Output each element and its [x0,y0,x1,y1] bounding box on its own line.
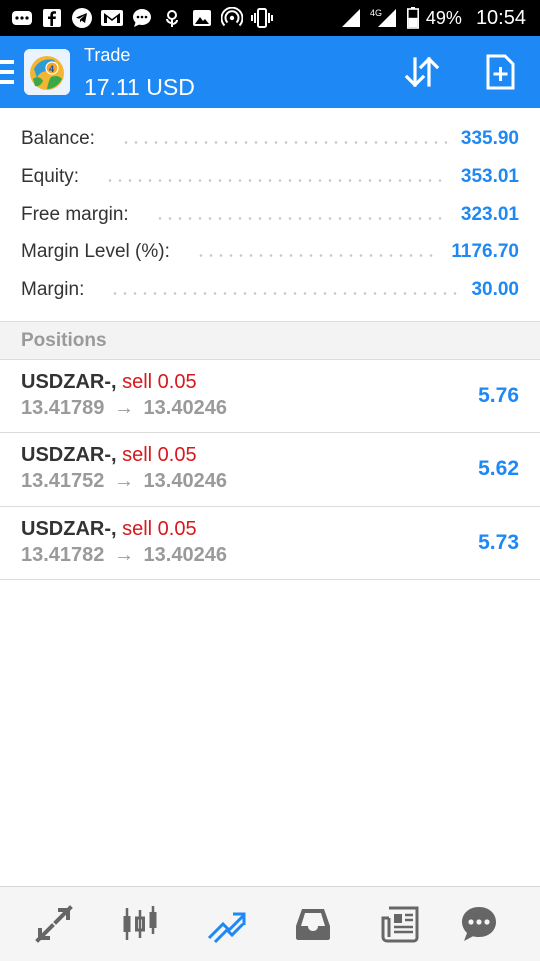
summary-label: Free margin: [21,204,129,225]
position-prices: 13.41789 → 13.40246 [21,397,227,420]
summary-label: Margin: [21,279,85,300]
current-price: 13.40246 [143,397,227,419]
summary-row-free-margin: Free margin: 323.01 [21,196,519,234]
position-row[interactable]: USDZAR-, sell 0.05 13.41782 → 13.40246 5… [0,507,540,580]
chat-bubble-icon [130,7,154,29]
svg-text:4: 4 [49,64,54,74]
summary-row-equity: Equity: 353.01 [21,158,519,196]
summary-row-margin-level: Margin Level (%): 1176.70 [21,233,519,271]
position-prices: 13.41782 → 13.40246 [21,544,227,567]
nav-trade[interactable] [203,901,249,947]
dotted-leader [120,140,447,144]
summary-value: 30.00 [471,279,519,300]
quotes-icon [35,905,73,943]
app-bar: 4 Trade 17.11 USD [0,36,540,108]
network-4g-icon: 4G [370,7,400,29]
trade-icon [207,912,246,944]
current-price: 13.40246 [143,470,227,492]
summary-value: 323.01 [460,204,519,225]
position-symbol: USDZAR-, [21,444,117,466]
position-profit: 5.76 [478,384,519,407]
screen-title: Trade [84,45,131,65]
divider [0,579,540,580]
news-icon [381,906,419,943]
sort-icon [404,56,440,88]
open-price: 13.41789 [21,397,105,419]
positions-section-header: Positions [0,322,540,359]
flower-icon [160,7,184,29]
position-prices: 13.41752 → 13.40246 [21,470,227,493]
nav-chart[interactable] [117,901,163,947]
summary-row-balance: Balance: 335.90 [21,120,519,158]
summary-label: Margin Level (%): [21,241,170,262]
position-profit: 5.73 [478,531,519,554]
current-price: 13.40246 [143,544,227,566]
dotted-leader [110,291,458,295]
nav-quotes[interactable] [31,901,77,947]
messages-icon [462,907,496,941]
position-type: sell 0.05 [122,518,197,540]
new-order-icon [486,54,515,90]
nav-history[interactable] [290,901,336,947]
app-logo[interactable]: 4 [24,49,70,95]
position-row[interactable]: USDZAR-, sell 0.05 13.41789 → 13.40246 5… [0,360,540,433]
summary-value: 1176.70 [451,241,519,262]
sort-button[interactable] [402,52,442,92]
arrow-right-icon: → [113,397,134,419]
hotspot-icon [220,7,244,29]
chart-icon [123,906,157,940]
summary-label: Equity: [21,166,80,187]
account-summary: Balance: 335.90 Equity: 353.01 Free marg… [0,108,540,321]
facebook-icon [40,7,64,29]
arrow-right-icon: → [113,470,134,492]
position-title: USDZAR-, sell 0.05 [21,444,197,467]
dotted-leader [154,216,447,220]
positions-header-label: Positions [21,329,107,351]
battery-icon [406,7,420,29]
position-symbol: USDZAR-, [21,518,117,540]
new-order-button[interactable] [480,52,520,92]
gmail-icon [100,7,124,29]
position-profit: 5.62 [478,457,519,480]
position-row[interactable]: USDZAR-, sell 0.05 13.41752 → 13.40246 5… [0,433,540,506]
battery-percentage: 49% [425,7,462,28]
clock: 10:54 [475,6,526,29]
status-bar: 4G 49% 10:54 [0,0,540,36]
open-price: 13.41752 [21,470,105,492]
position-type: sell 0.05 [122,371,197,393]
position-symbol: USDZAR-, [21,371,117,393]
open-price: 13.41782 [21,544,105,566]
summary-value: 335.90 [460,128,519,149]
vibrate-icon [250,7,274,29]
nav-messages[interactable] [456,901,502,947]
arrow-right-icon: → [113,544,134,566]
bottom-navigation [0,886,540,961]
nav-news[interactable] [377,901,423,947]
more-icon [10,7,34,29]
position-title: USDZAR-, sell 0.05 [21,371,197,394]
svg-text:4G: 4G [370,8,382,18]
profit-summary: 17.11 USD [84,74,195,100]
dotted-leader [195,253,438,257]
position-title: USDZAR-, sell 0.05 [21,518,197,541]
dotted-leader [105,178,447,182]
summary-row-margin: Margin: 30.00 [21,271,519,309]
menu-icon[interactable] [0,59,16,85]
image-icon [190,7,214,29]
signal-icon [340,7,364,29]
position-type: sell 0.05 [122,444,197,466]
telegram-icon [70,7,94,29]
summary-value: 353.01 [460,166,519,187]
history-icon [296,909,330,940]
summary-label: Balance: [21,128,95,149]
